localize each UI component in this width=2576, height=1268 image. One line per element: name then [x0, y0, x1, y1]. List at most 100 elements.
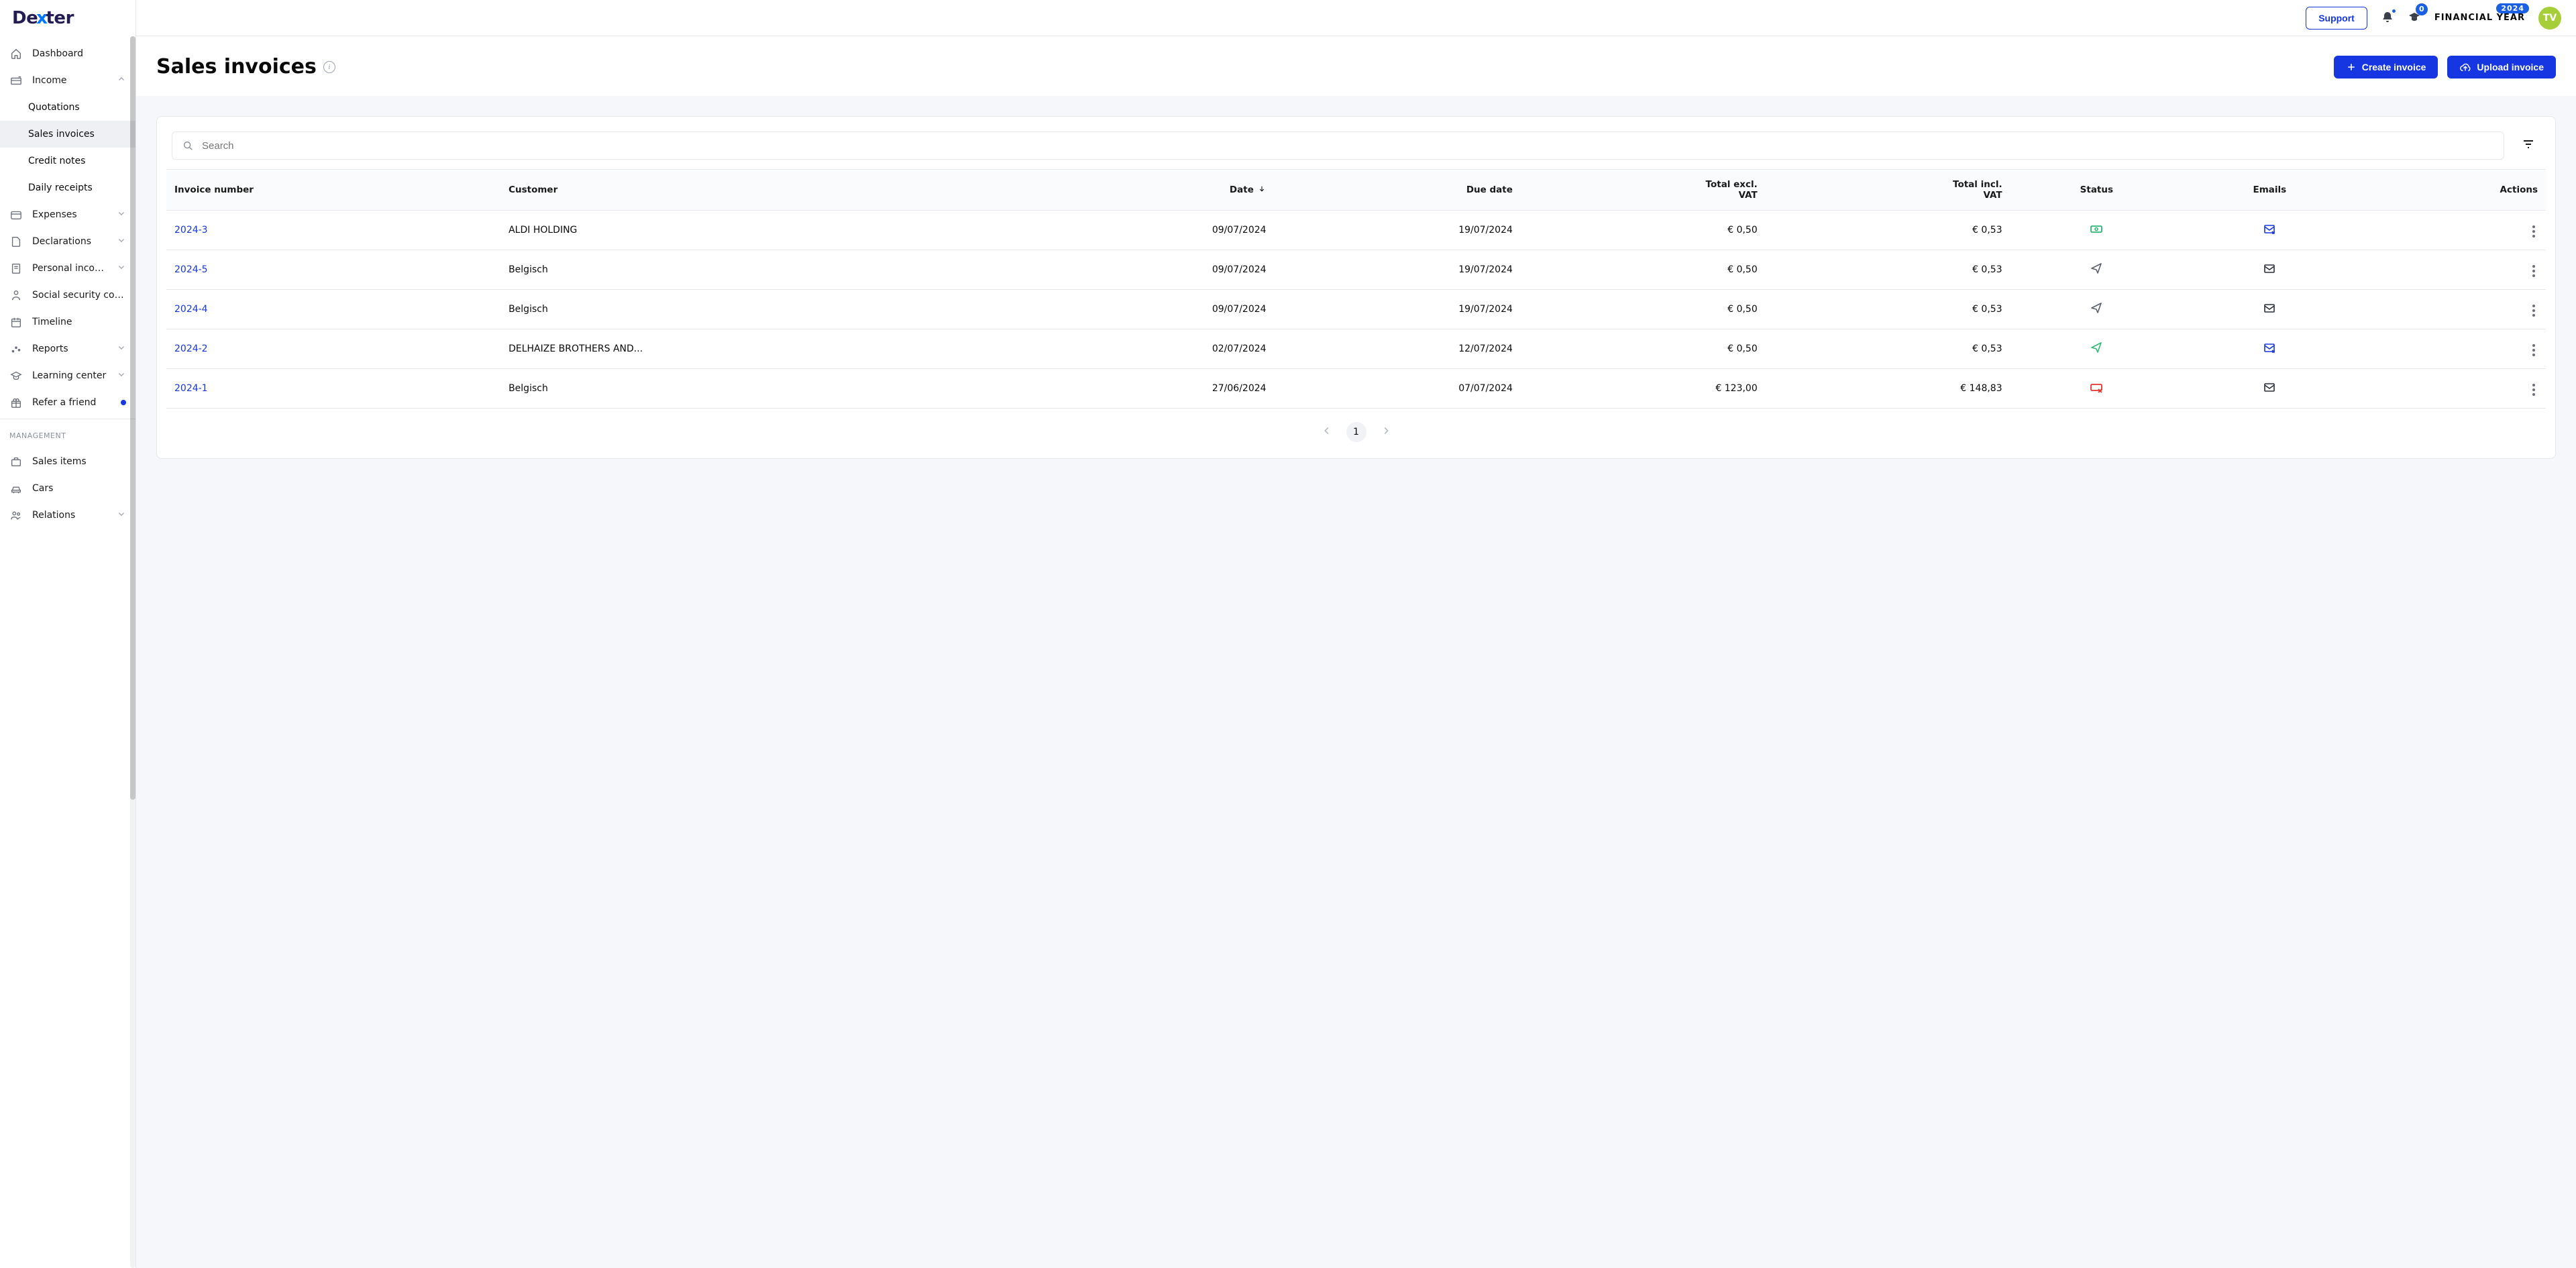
- brand-logo[interactable]: Dexter: [0, 0, 136, 36]
- invoice-link[interactable]: 2024-5: [174, 264, 208, 275]
- customer-cell: DELHAIZE BROTHERS AND...: [500, 329, 1028, 369]
- sidebar-item-timeline[interactable]: Timeline: [0, 309, 136, 335]
- upload-invoice-button[interactable]: Upload invoice: [2447, 56, 2556, 78]
- chevron-down-icon: [117, 262, 126, 274]
- search-icon: [182, 140, 194, 152]
- filter-button[interactable]: [2516, 132, 2540, 159]
- status-cell[interactable]: [2090, 222, 2103, 235]
- excl-cell: € 123,00: [1521, 369, 1766, 409]
- status-cell[interactable]: [2090, 341, 2103, 354]
- row-actions-menu[interactable]: [2530, 341, 2538, 359]
- col-due[interactable]: Due date: [1275, 170, 1521, 211]
- invoice-link[interactable]: 2024-4: [174, 304, 208, 315]
- due-cell: 19/07/2024: [1275, 211, 1521, 250]
- cloud-upload-icon: [2459, 61, 2471, 73]
- financial-year-selector[interactable]: FINANCIAL YEAR 2024: [2434, 13, 2525, 23]
- invoice-link[interactable]: 2024-1: [174, 383, 208, 394]
- customer-cell: Belgisch: [500, 290, 1028, 329]
- email-cell[interactable]: [2263, 262, 2276, 275]
- incl-cell: € 148,83: [1766, 369, 2010, 409]
- status-sent-icon: [2090, 262, 2103, 275]
- sidebar-item-social-security-contr-[interactable]: Social security contr...: [0, 282, 136, 309]
- filter-icon: [2522, 138, 2535, 151]
- sidebar-item-label: Dashboard: [32, 48, 126, 59]
- search-field[interactable]: [172, 131, 2504, 160]
- brand-part1: De: [12, 8, 38, 28]
- col-status[interactable]: Status: [2010, 170, 2183, 211]
- status-cell[interactable]: [2090, 262, 2103, 275]
- col-customer[interactable]: Customer: [500, 170, 1028, 211]
- invoice-link[interactable]: 2024-2: [174, 344, 208, 354]
- learning-icon[interactable]: 0: [2408, 10, 2421, 26]
- email-cell[interactable]: [2263, 301, 2276, 315]
- sidebar-subitem-credit-notes[interactable]: Credit notes: [0, 148, 136, 174]
- excl-cell: € 0,50: [1521, 329, 1766, 369]
- chevron-left-icon: [1321, 425, 1333, 437]
- row-actions-menu[interactable]: [2530, 302, 2538, 319]
- customer-cell: Belgisch: [500, 369, 1028, 409]
- chevron-down-icon: [117, 343, 126, 355]
- chevron-down-icon: [117, 509, 126, 521]
- email-cell[interactable]: [2263, 222, 2276, 235]
- page-header: Sales invoices i Create invoice Upload i…: [136, 36, 2576, 96]
- status-sent-icon: [2090, 341, 2103, 354]
- management-header: MANAGEMENT: [0, 419, 136, 444]
- sidebar-item-sales-items[interactable]: Sales items: [0, 448, 136, 475]
- create-invoice-button[interactable]: Create invoice: [2334, 56, 2438, 78]
- email-cell[interactable]: [2263, 380, 2276, 394]
- notifications-bell[interactable]: [2381, 10, 2394, 26]
- chevron-down-icon: [117, 209, 126, 221]
- invoices-card: Invoice number Customer Date Due date To…: [156, 116, 2556, 459]
- sidebar-item-relations[interactable]: Relations: [0, 502, 136, 529]
- content-area: Invoice number Customer Date Due date To…: [136, 96, 2576, 1268]
- pager-prev[interactable]: [1317, 421, 1337, 443]
- sidebar-subitem-sales-invoices[interactable]: Sales invoices: [0, 121, 136, 148]
- sidebar-item-personal-incom-[interactable]: Personal incom...: [0, 255, 136, 282]
- row-actions-menu[interactable]: [2530, 381, 2538, 399]
- sidebar-scrollbar[interactable]: [130, 36, 136, 1268]
- sidebar-item-label: Personal incom...: [32, 263, 107, 274]
- date-cell: 27/06/2024: [1028, 369, 1274, 409]
- incl-cell: € 0,53: [1766, 250, 2010, 290]
- sidebar-item-expenses[interactable]: Expenses: [0, 201, 136, 228]
- row-actions-menu[interactable]: [2530, 262, 2538, 280]
- avatar[interactable]: TV: [2538, 7, 2561, 30]
- gift-icon: [9, 397, 23, 409]
- col-actions[interactable]: Actions: [2357, 170, 2546, 211]
- incl-cell: € 0,53: [1766, 211, 2010, 250]
- sidebar-item-reports[interactable]: Reports: [0, 335, 136, 362]
- status-cell[interactable]: [2090, 301, 2103, 315]
- incl-cell: € 0,53: [1766, 290, 2010, 329]
- info-icon[interactable]: i: [323, 61, 335, 73]
- status-cell[interactable]: [2090, 380, 2103, 394]
- pager-next[interactable]: [1376, 421, 1396, 443]
- main-nav: Dashboard Income QuotationsSales invoice…: [0, 36, 136, 416]
- date-cell: 09/07/2024: [1028, 211, 1274, 250]
- sidebar-item-income[interactable]: Income: [0, 67, 136, 94]
- sidebar-subitem-daily-receipts[interactable]: Daily receipts: [0, 174, 136, 201]
- status-paid-icon: [2090, 222, 2103, 235]
- table-row: 2024-3 ALDI HOLDING 09/07/2024 19/07/202…: [166, 211, 2546, 250]
- sidebar-subitem-quotations[interactable]: Quotations: [0, 94, 136, 121]
- sidebar-item-dashboard[interactable]: Dashboard: [0, 40, 136, 67]
- learning-badge: 0: [2416, 3, 2428, 15]
- sidebar-item-learning-center[interactable]: Learning center: [0, 362, 136, 389]
- email-cell[interactable]: [2263, 341, 2276, 354]
- sidebar-item-declarations[interactable]: Declarations: [0, 228, 136, 255]
- indicator-dot: [121, 400, 126, 405]
- excl-cell: € 0,50: [1521, 211, 1766, 250]
- col-invoice[interactable]: Invoice number: [166, 170, 500, 211]
- row-actions-menu[interactable]: [2530, 223, 2538, 240]
- support-button[interactable]: Support: [2306, 7, 2367, 30]
- pager-page[interactable]: 1: [1346, 422, 1366, 442]
- col-date[interactable]: Date: [1028, 170, 1274, 211]
- col-incl[interactable]: Total incl. VAT: [1766, 170, 2010, 211]
- col-excl[interactable]: Total excl. VAT: [1521, 170, 1766, 211]
- chevron-down-icon: [117, 235, 126, 248]
- sidebar-item-refer-a-friend[interactable]: Refer a friend: [0, 389, 136, 416]
- sidebar-item-cars[interactable]: Cars: [0, 475, 136, 502]
- file-icon: [9, 235, 23, 248]
- col-emails[interactable]: Emails: [2183, 170, 2357, 211]
- search-input[interactable]: [201, 140, 2494, 152]
- invoice-link[interactable]: 2024-3: [174, 225, 208, 235]
